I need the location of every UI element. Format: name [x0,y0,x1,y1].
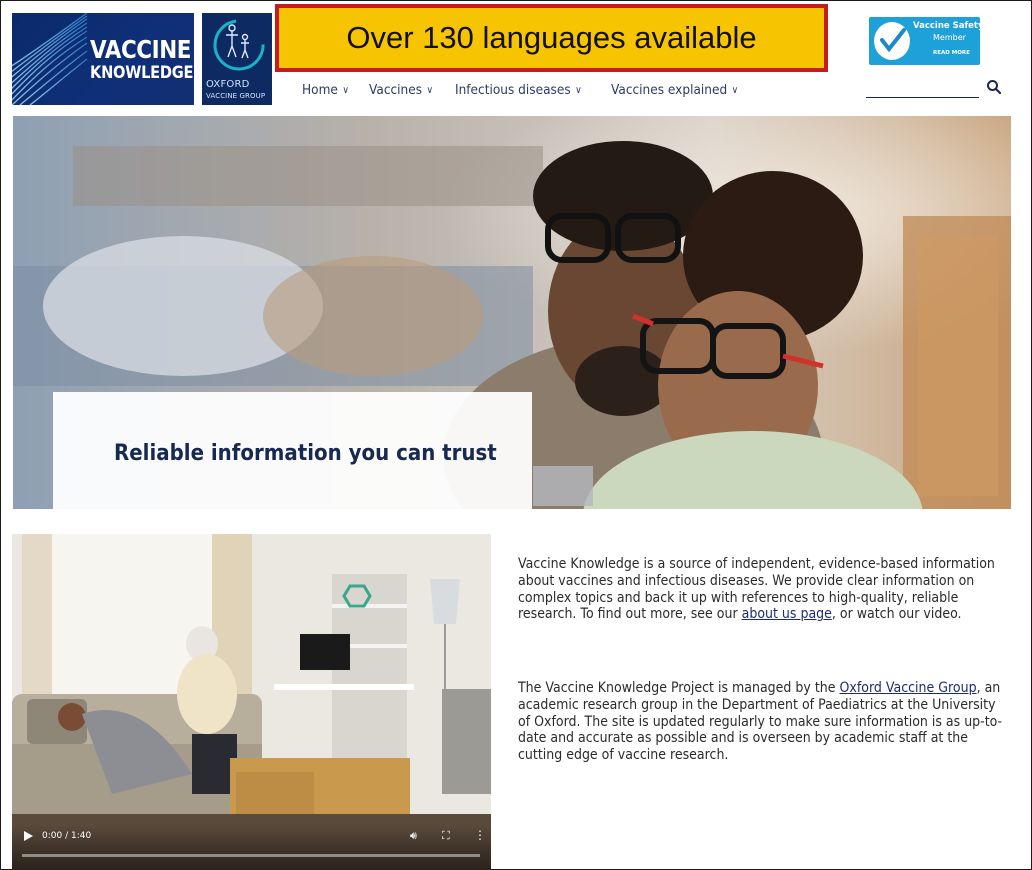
nav-label: Infectious diseases [455,82,572,98]
video-progress-bar[interactable] [22,854,480,857]
project-text-1: The Vaccine Knowledge Project is managed… [518,680,840,696]
chevron-down-icon: ∨ [575,84,583,96]
nav-item-vaccines[interactable]: Vaccines ∨ [369,80,433,100]
badge-read-more[interactable]: READ MORE [933,50,970,56]
logo-line-2: KNOWLEDGE [90,63,194,83]
nav-label: Vaccines [369,82,423,98]
nav-item-home[interactable]: Home ∨ [302,80,349,100]
family-icon [213,19,265,71]
checkmark-icon [874,22,910,60]
ovg-line-2: VACCINE GROUP [206,92,266,100]
more-options-icon[interactable]: ⋮ [474,828,486,842]
hero-caption-box: Reliable information you can trust [53,392,532,509]
video-thumbnail [12,534,491,870]
nav-item-infectious-diseases[interactable]: Infectious diseases ∨ [455,80,582,100]
nav-label: Vaccines explained [611,82,728,98]
volume-icon[interactable]: 🔊︎ [410,829,417,843]
fullscreen-icon[interactable]: ⛶ [442,829,450,843]
vaccine-safety-net-badge[interactable]: Vaccine Safety Net Member READ MORE [869,17,980,65]
chevron-down-icon: ∨ [426,84,434,96]
intro-paragraph: Vaccine Knowledge is a source of indepen… [518,556,1008,623]
oxford-vaccine-group-logo[interactable]: OXFORD VACCINE GROUP [202,13,272,105]
banner-text: Over 130 languages available [346,20,757,55]
oxford-vaccine-group-link[interactable]: Oxford Vaccine Group [839,680,976,696]
badge-member: Member [933,33,966,42]
badge-title: Vaccine Safety Net [913,21,980,31]
nav-item-vaccines-explained[interactable]: Vaccines explained ∨ [611,80,738,100]
languages-banner: Over 130 languages available [275,4,828,72]
search-input[interactable] [866,97,979,98]
vaccine-knowledge-logo[interactable]: VACCINE KNOWLEDGE [12,13,194,105]
about-us-link[interactable]: about us page [742,606,832,622]
hero-image: Reliable information you can trust [13,116,1011,509]
nav-label: Home [302,82,338,98]
video-time: 0:00 / 1:40 [42,831,92,841]
ovg-line-1: OXFORD [206,79,250,90]
chevron-down-icon: ∨ [731,84,739,96]
hero-caption: Reliable information you can trust [114,441,497,466]
main-nav: Home ∨ Vaccines ∨ Infectious diseases ∨ … [302,80,768,100]
chevron-down-icon: ∨ [342,84,349,96]
video-player[interactable]: 0:00 / 1:40 🔊︎ ⛶ ⋮ [12,534,491,870]
play-icon[interactable] [22,830,34,842]
search-icon[interactable] [986,79,1002,95]
logo-line-1: VACCINE [90,35,192,64]
project-paragraph: The Vaccine Knowledge Project is managed… [518,680,1008,764]
intro-text-2: , or watch our video. [831,606,962,623]
